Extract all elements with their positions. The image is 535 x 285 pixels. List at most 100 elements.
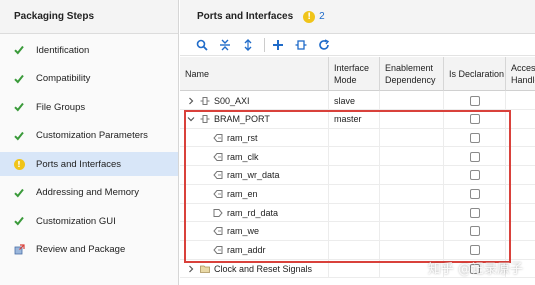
step-customization-parameters[interactable]: Customization Parameters [0, 124, 178, 148]
table-row[interactable]: BRAM_PORT master [180, 109, 535, 129]
step-label: Review and Package [36, 244, 126, 255]
enablement-dependency-cell[interactable] [380, 147, 444, 167]
interface-icon [200, 96, 210, 106]
enablement-dependency-cell[interactable] [380, 184, 444, 204]
check-icon [12, 129, 26, 143]
expand-all-button[interactable] [238, 36, 258, 54]
toolbar-separator [264, 37, 265, 52]
warning-icon: ! [12, 157, 26, 171]
column-enablement-dependency-header[interactable]: Enablement Dependency [380, 57, 444, 91]
input-port-icon [213, 189, 223, 199]
row-name: ram_clk [227, 151, 259, 162]
warning-icon[interactable]: ! [303, 10, 316, 23]
step-customization-gui[interactable]: Customization GUI [0, 209, 178, 233]
ports-interfaces-panel: Ports and Interfaces ! 2 Name Interface … [180, 0, 535, 285]
interface-mode-cell [329, 147, 380, 167]
row-name: S00_AXI [214, 95, 250, 106]
name-cell: ram_wr_data [180, 165, 329, 185]
is-declaration-checkbox[interactable] [469, 132, 480, 143]
is-declaration-cell [444, 91, 506, 110]
interface-icon [200, 114, 210, 124]
access-handle-cell [506, 203, 535, 222]
interface-mode-cell [329, 221, 380, 241]
packaging-steps-title: Packaging Steps [0, 0, 178, 34]
access-handle-cell [506, 241, 535, 260]
step-identification[interactable]: Identification [0, 38, 178, 62]
bus-interface-button[interactable] [291, 36, 311, 54]
interface-mode-cell [329, 259, 380, 279]
name-cell: ram_en [180, 184, 329, 204]
table-row[interactable]: S00_AXI slave [180, 91, 535, 110]
watermark: 知乎 @记录原子 [427, 262, 523, 277]
name-cell: ram_clk [180, 147, 329, 167]
input-port-icon [213, 152, 223, 162]
step-review-and-package[interactable]: Review and Package [0, 238, 178, 262]
is-declaration-checkbox[interactable] [469, 245, 480, 256]
refresh-button[interactable] [314, 36, 334, 54]
table-row[interactable]: ram_clk [180, 147, 535, 167]
chevron-right-icon[interactable] [186, 96, 196, 106]
row-name: ram_rst [227, 132, 258, 143]
column-interface-mode-header[interactable]: Interface Mode [329, 57, 380, 91]
access-handle-cell [506, 147, 535, 166]
chevron-down-icon[interactable] [186, 114, 196, 124]
name-cell: ram_rst [180, 128, 329, 148]
is-declaration-checkbox[interactable] [469, 189, 480, 199]
search-button[interactable] [192, 36, 212, 54]
row-name: BRAM_PORT [214, 114, 270, 125]
column-name-header[interactable]: Name [180, 57, 329, 91]
is-declaration-checkbox[interactable] [469, 207, 480, 218]
output-port-icon [213, 208, 223, 218]
add-icon [273, 39, 283, 50]
add-button[interactable] [268, 36, 288, 54]
enablement-dependency-cell[interactable] [380, 240, 444, 260]
enablement-dependency-cell[interactable] [380, 128, 444, 148]
column-access-handle-header[interactable]: Access Handle [506, 57, 535, 91]
enablement-dependency-cell[interactable] [380, 221, 444, 241]
is-declaration-checkbox[interactable] [469, 95, 480, 106]
name-cell: BRAM_PORT [180, 109, 329, 129]
table-row[interactable]: ram_en [180, 184, 535, 204]
table-row[interactable]: ram_rst [180, 128, 535, 148]
name-cell: Clock and Reset Signals [180, 259, 329, 279]
input-port-icon [213, 226, 223, 236]
is-declaration-checkbox[interactable] [469, 151, 480, 162]
check-icon [12, 100, 26, 114]
table-row[interactable]: ram_addr [180, 240, 535, 260]
is-declaration-checkbox[interactable] [469, 170, 480, 181]
step-file-groups[interactable]: File Groups [0, 95, 178, 119]
packaging-steps-panel: Packaging Steps Identification Compatibil… [0, 0, 179, 285]
interface-mode-cell: slave [329, 91, 380, 110]
step-compatibility[interactable]: Compatibility [0, 67, 178, 91]
enablement-dependency-cell[interactable] [380, 91, 444, 110]
access-handle-cell [506, 185, 535, 204]
name-cell: ram_addr [180, 240, 329, 260]
is-declaration-checkbox[interactable] [469, 114, 480, 125]
table-row[interactable]: ram_we [180, 221, 535, 241]
interface-mode-cell: master [329, 109, 380, 129]
enablement-dependency-cell[interactable] [380, 203, 444, 223]
row-name: ram_rd_data [227, 207, 279, 218]
step-addressing-and-memory[interactable]: Addressing and Memory [0, 181, 178, 205]
folder-icon [200, 264, 210, 274]
step-label: Identification [36, 44, 90, 56]
is-declaration-checkbox[interactable] [469, 226, 480, 237]
interface-mode-cell [329, 184, 380, 204]
warning-count[interactable]: 2 [319, 11, 325, 22]
enablement-dependency-cell[interactable] [380, 165, 444, 185]
table-row[interactable]: ram_wr_data [180, 165, 535, 185]
step-ports-and-interfaces[interactable]: ! Ports and Interfaces [0, 152, 178, 176]
enablement-dependency-cell[interactable] [380, 109, 444, 129]
is-declaration-cell [444, 147, 506, 167]
interface-mode-cell [329, 128, 380, 148]
input-port-icon [213, 170, 223, 180]
chevron-right-icon[interactable] [186, 264, 196, 274]
row-name: ram_addr [227, 245, 266, 256]
table-row[interactable]: ram_rd_data [180, 203, 535, 223]
review-package-icon [12, 243, 26, 257]
column-is-declaration-header[interactable]: Is Declaration [444, 57, 506, 91]
panel-header: Ports and Interfaces ! 2 [180, 0, 535, 34]
collapse-all-button[interactable] [215, 36, 235, 54]
is-declaration-cell [444, 221, 506, 241]
access-handle-cell [506, 110, 535, 129]
